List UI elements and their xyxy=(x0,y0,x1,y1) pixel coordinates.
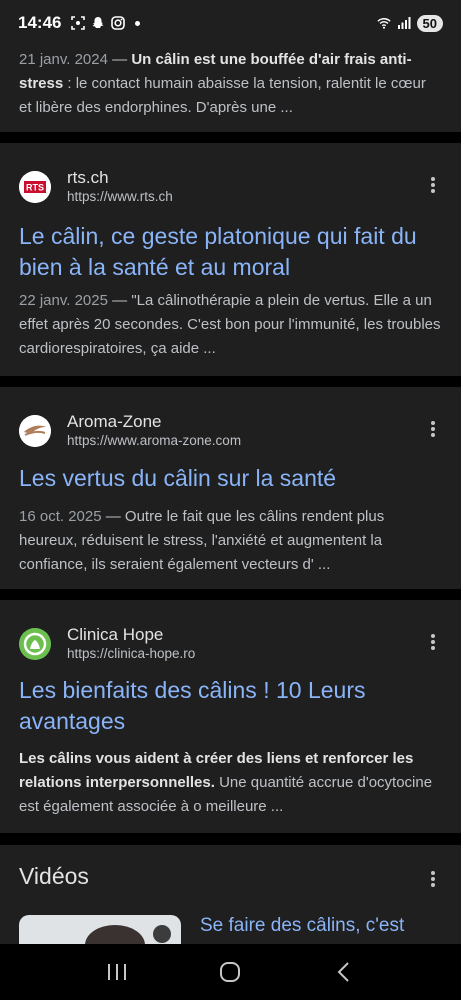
more-options-icon[interactable] xyxy=(425,869,441,889)
back-icon xyxy=(337,962,349,982)
date-separator: — xyxy=(101,508,125,525)
videos-heading: Vidéos xyxy=(19,863,89,889)
rts-favicon: RTS xyxy=(19,171,51,203)
source-text: Aroma-Zone https://www.aroma-zone.com xyxy=(67,412,241,450)
more-options-icon[interactable] xyxy=(425,175,441,195)
result-title[interactable]: Les vertus du câlin sur la santé xyxy=(19,463,442,494)
source-text: rts.ch https://www.rts.ch xyxy=(67,168,173,206)
status-bar: 14:46 50 xyxy=(0,0,461,46)
source-text: Clinica Hope https://clinica-hope.ro xyxy=(67,625,195,663)
snapchat-icon xyxy=(91,16,105,30)
system-nav-bar xyxy=(0,944,461,1000)
source-url: https://www.aroma-zone.com xyxy=(67,433,242,448)
source-name: rts.ch xyxy=(67,168,109,187)
video-title[interactable]: Se faire des câlins, c'est xyxy=(200,915,404,937)
date-separator: — xyxy=(107,292,132,309)
result-source[interactable]: RTS rts.ch https://www.rts.ch xyxy=(19,167,173,207)
result-snippet: 16 oct. 2025 — Outre le fait que les câl… xyxy=(19,505,442,577)
result-source[interactable]: Aroma-Zone https://www.aroma-zone.com xyxy=(19,411,241,451)
more-options-icon[interactable] xyxy=(425,419,441,439)
snippet-text: : le contact humain abaisse la tension, … xyxy=(19,75,426,116)
result-source[interactable]: Clinica Hope https://clinica-hope.ro xyxy=(19,624,195,664)
system-icons: 50 xyxy=(376,14,443,32)
video-thumbnail[interactable] xyxy=(19,915,181,945)
result-title[interactable]: Les bienfaits des câlins ! 10 Leurs avan… xyxy=(19,675,442,737)
result-card-partial[interactable]: 21 janv. 2024 — Un câlin est une bouffée… xyxy=(0,46,461,132)
source-name: Aroma-Zone xyxy=(67,412,162,431)
result-card-clinica-hope[interactable]: Clinica Hope https://clinica-hope.ro Les… xyxy=(0,600,461,833)
screenshot-icon xyxy=(71,16,86,30)
result-date: 21 janv. 2024 xyxy=(19,51,108,68)
home-button[interactable] xyxy=(210,952,250,992)
home-icon xyxy=(220,962,241,982)
videos-section: Vidéos Se faire des câlins, c'est xyxy=(0,845,461,945)
rts-favicon-text: RTS xyxy=(26,183,44,193)
battery-indicator: 50 xyxy=(416,14,443,32)
status-time: 14:46 xyxy=(18,13,62,32)
result-snippet: Les câlins vous aident à créer des liens… xyxy=(19,747,442,819)
result-date: 16 oct. 2025 xyxy=(19,508,102,525)
source-url: https://www.rts.ch xyxy=(67,189,173,204)
wifi-icon xyxy=(376,16,391,30)
back-button[interactable] xyxy=(324,952,364,992)
result-title[interactable]: Le câlin, ce geste platonique qui fait d… xyxy=(19,221,442,283)
video-thumbnail-image xyxy=(85,925,145,945)
more-options-icon[interactable] xyxy=(425,632,441,652)
result-card-rts[interactable]: RTS rts.ch https://www.rts.ch Le câlin, … xyxy=(0,143,461,376)
result-snippet: 22 janv. 2025 — "La câlinothérapie a ple… xyxy=(19,289,442,361)
source-name: Clinica Hope xyxy=(67,625,164,644)
recent-apps-icon xyxy=(107,964,126,980)
signal-icon xyxy=(397,16,411,30)
result-date: 22 janv. 2025 xyxy=(19,292,108,309)
instagram-icon xyxy=(111,16,126,30)
notification-icons xyxy=(71,16,141,30)
more-notifications-dot xyxy=(135,20,141,26)
recent-apps-button[interactable] xyxy=(97,952,137,992)
clinica-hope-favicon xyxy=(19,628,51,660)
date-separator: — xyxy=(107,51,132,68)
expand-icon[interactable] xyxy=(153,925,171,943)
result-card-aroma-zone[interactable]: Aroma-Zone https://www.aroma-zone.com Le… xyxy=(0,387,461,589)
result-snippet: 21 janv. 2024 — Un câlin est une bouffée… xyxy=(19,46,442,120)
aroma-zone-favicon xyxy=(19,415,51,447)
source-url: https://clinica-hope.ro xyxy=(67,646,196,661)
